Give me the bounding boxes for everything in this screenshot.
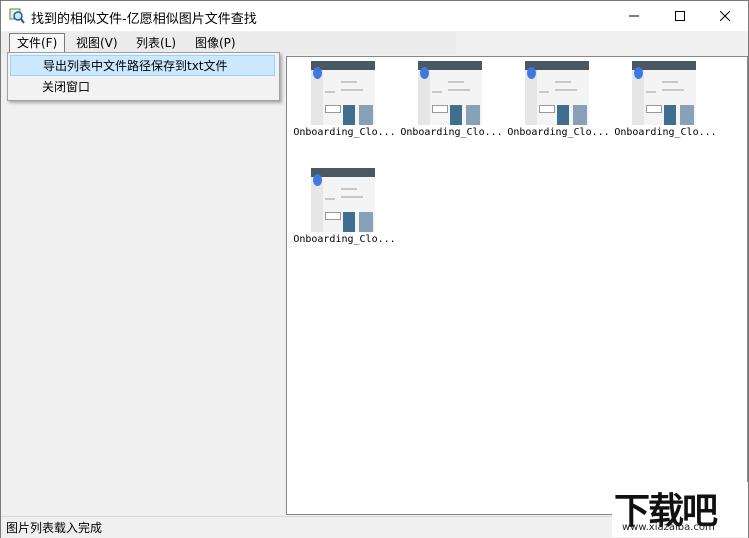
maximize-button[interactable] (657, 1, 703, 31)
close-button[interactable] (702, 1, 748, 31)
thumbnail-label: Onboarding_Clo... (293, 234, 396, 245)
menu-list[interactable]: 列表(L) (129, 34, 183, 52)
menu-view[interactable]: 视图(V) (69, 34, 125, 52)
thumbnail-label: Onboarding_Clo... (507, 127, 610, 138)
thumbnail-item[interactable]: Onboarding_Clo... (505, 57, 612, 157)
thumbnail-item[interactable]: Onboarding_Clo... (291, 164, 398, 264)
minimize-button[interactable] (611, 1, 657, 31)
thumbnail-image (632, 61, 696, 125)
left-pane (1, 55, 285, 516)
thumbnail-label: Onboarding_Clo... (293, 127, 396, 138)
magnifier-image-app-icon (9, 8, 25, 24)
menu-item-close-window[interactable]: 关闭窗口 (10, 77, 275, 98)
menu-image[interactable]: 图像(P) (188, 34, 243, 52)
thumbnail-label: Onboarding_Clo... (614, 127, 717, 138)
title-bar[interactable]: 找到的相似文件-亿愿相似图片文件查找 (1, 1, 748, 31)
thumbnail-item[interactable]: Onboarding_Clo... (398, 57, 505, 157)
window-title: 找到的相似文件-亿愿相似图片文件查找 (31, 12, 257, 27)
close-icon (720, 11, 730, 21)
minimize-icon (629, 15, 639, 17)
app-window: 找到的相似文件-亿愿相似图片文件查找 文件(F) 视图(V) 列表(L) 图像(… (0, 0, 749, 538)
thumbnail-image (418, 61, 482, 125)
thumbnail-image (311, 61, 375, 125)
thumbnail-label: Onboarding_Clo... (400, 127, 503, 138)
maximize-icon (675, 11, 685, 21)
watermark-url: www.xiazaiba.com (622, 522, 715, 533)
menu-file[interactable]: 文件(F) (9, 33, 66, 53)
menu-bar: 文件(F) 视图(V) 列表(L) 图像(P) (1, 32, 456, 54)
watermark-logo: 下载吧 www.xiazaiba.com (612, 482, 748, 537)
thumbnail-image (525, 61, 589, 125)
thumbnail-list[interactable]: Onboarding_Clo... Onboarding_Clo... Onbo… (286, 56, 748, 515)
thumbnail-item[interactable]: Onboarding_Clo... (291, 57, 398, 157)
menu-item-export-txt[interactable]: 导出列表中文件路径保存到txt文件 (10, 55, 275, 76)
file-dropdown-menu: 导出列表中文件路径保存到txt文件 关闭窗口 (7, 52, 280, 101)
status-text: 图片列表载入完成 (6, 521, 103, 535)
thumbnail-item[interactable]: Onboarding_Clo... (612, 57, 719, 157)
thumbnail-image (311, 168, 375, 232)
